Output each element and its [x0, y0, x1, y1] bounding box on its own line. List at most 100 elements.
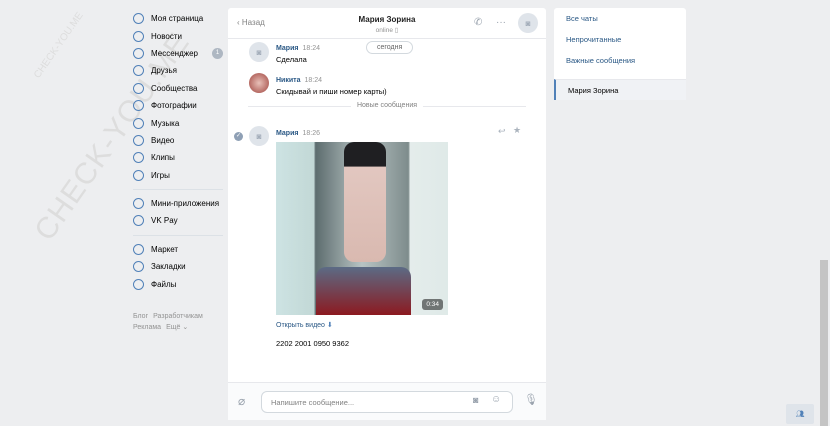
chat-avatar[interactable]: ◙	[518, 13, 538, 33]
open-video-label: Открыть видео	[276, 322, 325, 329]
divider-label: Новые сообщения	[350, 102, 424, 109]
divider	[133, 188, 223, 190]
more-icon[interactable]: ···	[496, 17, 506, 28]
new-messages-divider: Новые сообщения	[248, 102, 526, 109]
nav-item-bookmark[interactable]: Закладки	[133, 258, 223, 275]
nav-item-message[interactable]: Мессенджер 1	[133, 45, 223, 62]
filter-unread[interactable]: Непрочитанные	[554, 29, 686, 50]
message-icon	[133, 47, 144, 59]
open-video-link[interactable]: Открыть видео ⬇	[276, 321, 333, 329]
active-chat[interactable]: Мария Зорина	[554, 79, 686, 100]
clips-icon	[133, 152, 144, 164]
footer-dev[interactable]: Разработчикам	[153, 313, 203, 320]
bookmark-icon	[133, 261, 144, 273]
users-icon: 👥︎	[795, 411, 805, 418]
nav-label: VK Pay	[151, 216, 178, 226]
divider	[133, 234, 223, 236]
nav-label: Фотографии	[151, 101, 197, 111]
microphone-icon[interactable]: 🎙︎	[524, 393, 538, 406]
nav-label: Моя страница	[151, 14, 204, 24]
reply-icon[interactable]: ↩	[498, 126, 506, 137]
nav-label: Видео	[151, 135, 175, 145]
filter-all[interactable]: Все чаты	[554, 8, 686, 29]
nav-item-clips[interactable]: Клипы	[133, 149, 223, 166]
unread-badge: 1	[212, 47, 223, 59]
attach-icon[interactable]: ⌀	[238, 394, 245, 408]
music-icon	[133, 117, 144, 129]
author[interactable]: Никита	[276, 77, 301, 84]
nav-item-vkpay[interactable]: VK Pay	[133, 212, 223, 229]
avatar[interactable]: ◙	[249, 42, 269, 62]
nav-label: Мессенджер	[151, 48, 198, 58]
author[interactable]: Мария	[276, 130, 298, 137]
avatar[interactable]: ◙	[249, 126, 269, 146]
watermark-small: CHECK-YOU.ME	[32, 10, 86, 81]
camera-icon: ◙	[525, 18, 531, 28]
video-duration: 0:34	[422, 299, 443, 310]
photo-icon	[133, 100, 144, 112]
message-text: 2202 2001 0950 9362	[276, 339, 349, 348]
nav-label: Закладки	[151, 262, 186, 272]
vkpay-icon	[133, 215, 144, 227]
check-icon[interactable]: ✓	[234, 132, 243, 141]
chat-filters: Все чаты Непрочитанные Важные сообщения …	[554, 8, 686, 100]
nav-item-friends[interactable]: Друзья	[133, 62, 223, 79]
emoji-icon[interactable]: ☺	[491, 394, 501, 405]
nav-item-video[interactable]: Видео	[133, 132, 223, 149]
user-icon	[133, 13, 144, 25]
date-pill: сегодня	[366, 41, 414, 54]
message: Мария 18:24 Сделала	[276, 43, 320, 64]
games-icon	[133, 169, 144, 181]
footer-ads[interactable]: Реклама	[133, 324, 161, 331]
nav-label: Мини-приложения	[151, 199, 220, 209]
download-icon: ⬇	[326, 322, 333, 329]
nav-item-groups[interactable]: Сообщества	[133, 80, 223, 97]
phone-icon[interactable]: ✆	[474, 17, 482, 28]
nav-item-user[interactable]: Моя страница	[133, 10, 223, 27]
groups-icon	[133, 82, 144, 94]
chat-header: ‹ Назад Мария Зорина online ▯ ✆ ··· ◙	[228, 8, 546, 39]
nav-label: Маркет	[151, 244, 179, 254]
chat-users-button[interactable]: 👥︎	[786, 404, 814, 424]
nav-item-file[interactable]: Файлы	[133, 275, 223, 292]
filter-important[interactable]: Важные сообщения	[554, 50, 686, 71]
footer-links: Блог Разработчикам Реклама Ещё ⌄	[133, 311, 223, 333]
video-icon	[133, 134, 144, 146]
message: Никита 18:24 Скидывай и пиши номер карты)	[276, 75, 387, 96]
star-icon[interactable]: ★	[513, 125, 521, 136]
camera-icon[interactable]: ◙	[473, 395, 478, 405]
nav-item-music[interactable]: Музыка	[133, 114, 223, 131]
time[interactable]: 18:26	[302, 130, 320, 137]
time[interactable]: 18:24	[302, 45, 320, 52]
footer-more[interactable]: Ещё ⌄	[166, 324, 188, 331]
nav-item-apps[interactable]: Мини-приложения	[133, 195, 223, 212]
nav-label: Игры	[151, 170, 170, 180]
camera-icon: ◙	[256, 47, 262, 57]
nav-label: Музыка	[151, 118, 180, 128]
nav-label: Файлы	[151, 279, 177, 289]
scrollbar[interactable]	[820, 260, 828, 426]
apps-icon	[133, 198, 144, 210]
news-icon	[133, 30, 144, 42]
avatar[interactable]	[249, 73, 269, 93]
message-text: Скидывай и пиши номер карты)	[276, 87, 387, 96]
chat-panel: ‹ Назад Мария Зорина online ▯ ✆ ··· ◙ ◙ …	[228, 8, 546, 420]
nav-item-news[interactable]: Новости	[133, 27, 223, 44]
nav-label: Новости	[151, 31, 182, 41]
time[interactable]: 18:24	[305, 77, 323, 84]
file-icon	[133, 278, 144, 290]
video-attachment[interactable]: 0:34	[276, 142, 448, 315]
left-nav: Моя страница Новости Мессенджер 1 Друзья Сооб…	[133, 10, 223, 333]
message: Мария 18:26	[276, 128, 320, 137]
camera-icon: ◙	[256, 131, 262, 141]
composer: ⌀ Напишите сообщение... ◙ ☺ 🎙︎	[228, 382, 546, 420]
nav-label: Сообщества	[151, 83, 198, 93]
nav-item-market[interactable]: Маркет	[133, 241, 223, 258]
author[interactable]: Мария	[276, 45, 298, 52]
nav-item-games[interactable]: Игры	[133, 167, 223, 184]
footer-blog[interactable]: Блог	[133, 313, 148, 320]
friends-icon	[133, 65, 144, 77]
nav-item-photo[interactable]: Фотографии	[133, 97, 223, 114]
message-text: Сделала	[276, 55, 307, 64]
nav-label: Друзья	[151, 66, 177, 76]
